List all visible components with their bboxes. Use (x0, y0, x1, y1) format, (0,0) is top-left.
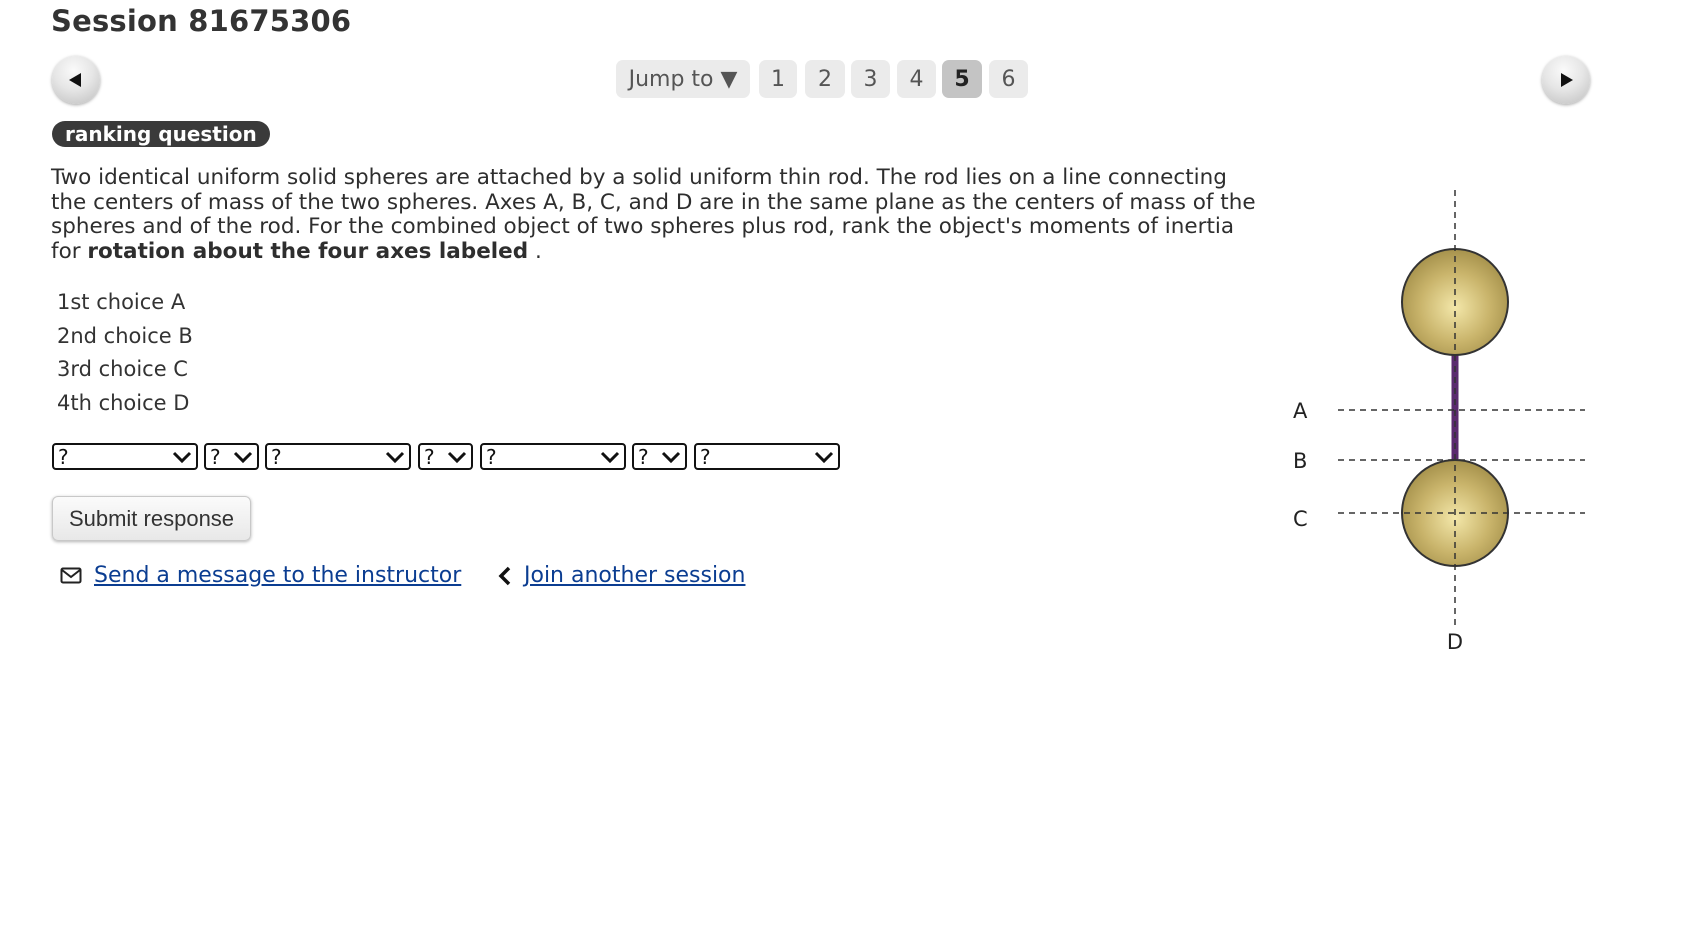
question-text-end: . (528, 238, 542, 264)
chevron-down-icon (233, 451, 253, 463)
send-message-link[interactable]: Send a message to the instructor (94, 563, 461, 588)
triangle-right-icon (1561, 73, 1573, 87)
page-button-2[interactable]: 2 (805, 60, 845, 98)
previous-question-button[interactable] (52, 56, 100, 104)
choice-item: 2nd choice B (57, 324, 193, 348)
select-value: ? (271, 444, 282, 469)
page-button-5-current[interactable]: 5 (942, 60, 982, 98)
rank-select-3[interactable]: ? (480, 443, 626, 470)
select-value: ? (700, 444, 711, 469)
relation-select-1[interactable]: ? (204, 443, 259, 470)
page-button-6[interactable]: 6 (989, 60, 1028, 98)
chevron-down-icon (385, 451, 405, 463)
choice-item: 3rd choice C (57, 357, 188, 381)
join-another-session-link[interactable]: Join another session (524, 563, 745, 588)
axis-label-c: C (1293, 507, 1308, 531)
choice-item: 1st choice A (57, 290, 186, 314)
select-value: ? (424, 444, 435, 469)
select-value: ? (210, 444, 221, 469)
page-button-1[interactable]: 1 (759, 60, 797, 98)
chevron-down-icon (447, 451, 467, 463)
message-instructor-row: Send a message to the instructor (60, 563, 461, 588)
axis-label-a: A (1293, 399, 1308, 423)
jump-to-dropdown[interactable]: Jump to ▼ (616, 60, 750, 98)
rank-select-4[interactable]: ? (694, 443, 840, 470)
choice-item: 4th choice D (57, 391, 190, 415)
chevron-down-icon (600, 451, 620, 463)
select-value: ? (58, 444, 69, 469)
triangle-left-icon (69, 73, 81, 87)
join-session-row: Join another session (498, 563, 745, 588)
chevron-left-icon (498, 566, 511, 585)
chevron-down-icon (661, 451, 681, 463)
rank-select-1[interactable]: ? (52, 443, 198, 470)
question-text-bold: rotation about the four axes labeled (87, 238, 529, 264)
select-value: ? (486, 444, 497, 469)
rank-select-2[interactable]: ? (265, 443, 411, 470)
next-question-button[interactable] (1542, 56, 1590, 104)
relation-select-3[interactable]: ? (632, 443, 687, 470)
page-title: Session 81675306 (51, 4, 352, 38)
axis-label-d: D (1447, 630, 1463, 654)
page-button-3[interactable]: 3 (851, 60, 890, 98)
question-text: Two identical uniform solid spheres are … (51, 165, 1256, 264)
page-button-4[interactable]: 4 (897, 60, 936, 98)
axis-label-b: B (1293, 449, 1307, 473)
submit-response-button[interactable]: Submit response (52, 496, 251, 541)
chevron-down-icon (814, 451, 834, 463)
chevron-down-icon (172, 451, 192, 463)
relation-select-2[interactable]: ? (418, 443, 473, 470)
select-value: ? (638, 444, 649, 469)
question-type-badge: ranking question (52, 121, 270, 147)
envelope-icon (60, 567, 82, 584)
dumbbell-axes-diagram: A B C D (1293, 190, 1585, 654)
